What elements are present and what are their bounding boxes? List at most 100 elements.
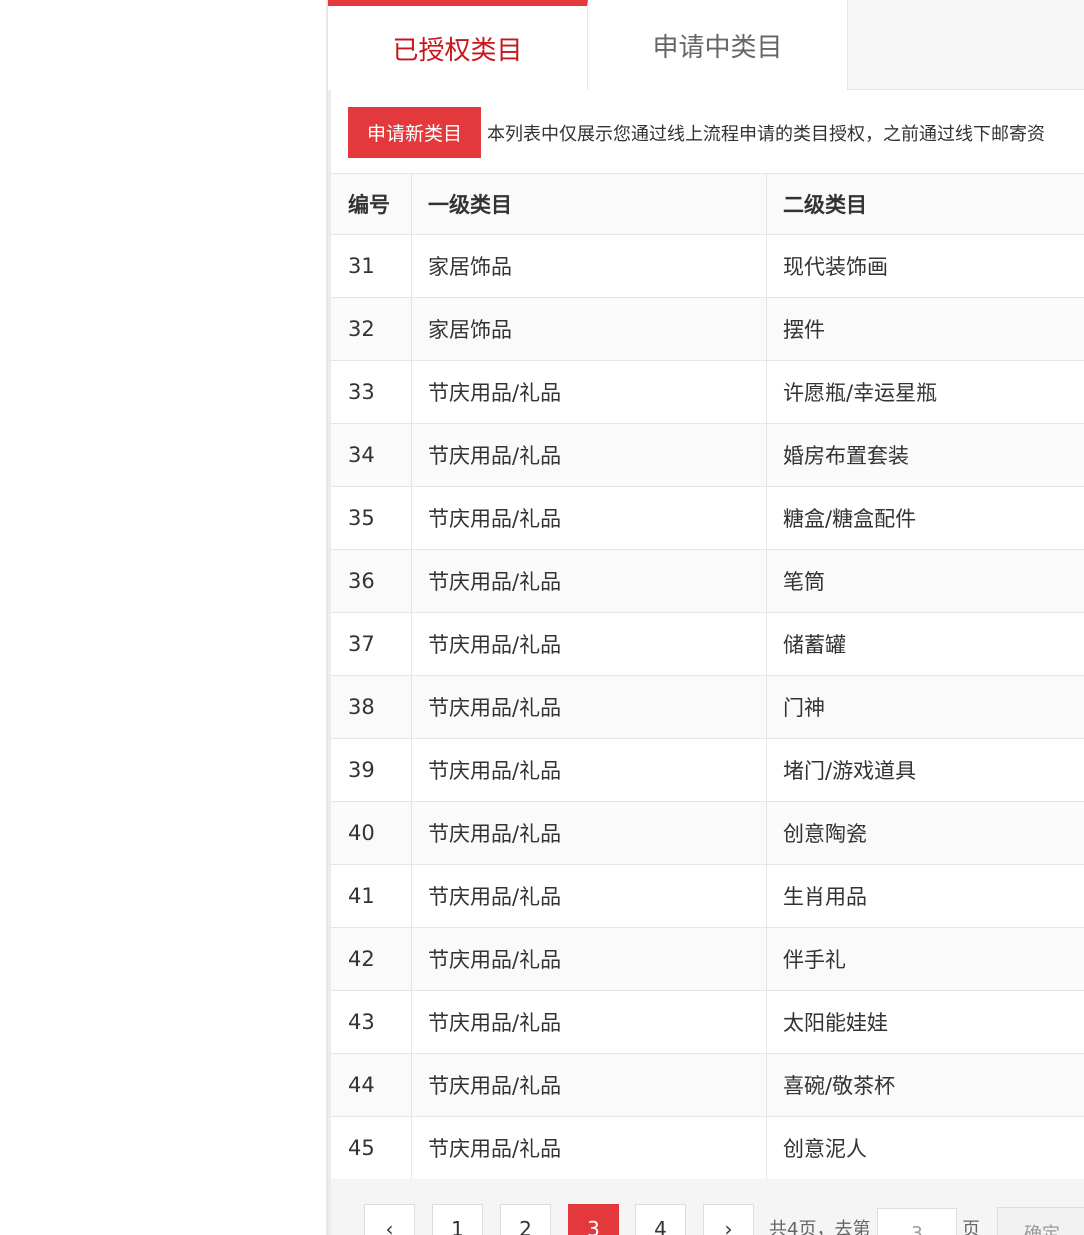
column-divider [411, 1054, 412, 1116]
page-number-input[interactable] [877, 1208, 957, 1235]
column-divider [766, 174, 767, 234]
column-divider [411, 991, 412, 1053]
table-row: 45 节庆用品/礼品 创意泥人 [331, 1117, 1084, 1180]
row-level1-category: 节庆用品/礼品 [428, 1137, 562, 1161]
row-level2-category: 储蓄罐 [783, 633, 846, 657]
column-divider [766, 298, 767, 360]
table-row: 36 节庆用品/礼品 笔筒 [331, 550, 1084, 613]
column-divider [411, 174, 412, 234]
next-page-button[interactable]: › [703, 1204, 754, 1235]
table-row: 33 节庆用品/礼品 许愿瓶/幸运星瓶 [331, 361, 1084, 424]
category-panel: 申请新类目 本列表中仅展示您通过线上流程申请的类目授权，之前通过线下邮寄资 编号… [331, 90, 1084, 1235]
column-divider [411, 802, 412, 864]
row-id: 43 [348, 1010, 375, 1034]
row-level2-category: 生肖用品 [783, 885, 867, 909]
column-divider [411, 298, 412, 360]
table-row: 44 节庆用品/礼品 喜碗/敬茶杯 [331, 1054, 1084, 1117]
page-1-button[interactable]: 1 [432, 1204, 483, 1235]
column-divider [766, 487, 767, 549]
row-id: 31 [348, 254, 375, 278]
row-id: 35 [348, 506, 375, 530]
row-id: 39 [348, 758, 375, 782]
column-divider [766, 1117, 767, 1179]
tab-applying[interactable]: 申请中类目 [588, 0, 848, 90]
column-divider [766, 235, 767, 297]
column-divider [766, 361, 767, 423]
row-level1-category: 节庆用品/礼品 [428, 507, 562, 531]
column-divider [766, 424, 767, 486]
row-level1-category: 节庆用品/礼品 [428, 822, 562, 846]
header-level1: 一级类目 [428, 193, 512, 217]
row-id: 32 [348, 317, 375, 341]
page-3-button[interactable]: 3 [568, 1204, 619, 1235]
column-divider [766, 739, 767, 801]
pagination: ‹ 1 2 3 4 › 共4页，去第 页 确定 [331, 1179, 1084, 1235]
column-divider [411, 676, 412, 738]
table-row: 40 节庆用品/礼品 创意陶瓷 [331, 802, 1084, 865]
row-level1-category: 节庆用品/礼品 [428, 1074, 562, 1098]
column-divider [766, 550, 767, 612]
column-divider [766, 613, 767, 675]
table-row: 37 节庆用品/礼品 储蓄罐 [331, 613, 1084, 676]
row-level2-category: 现代装饰画 [783, 255, 888, 279]
row-level1-category: 节庆用品/礼品 [428, 381, 562, 405]
row-id: 44 [348, 1073, 375, 1097]
row-id: 40 [348, 821, 375, 845]
table-row: 41 节庆用品/礼品 生肖用品 [331, 865, 1084, 928]
table-header-row: 编号 一级类目 二级类目 [331, 174, 1084, 235]
category-table: 编号 一级类目 二级类目 31 家居饰品 现代装饰画 32 家居饰品 摆件 33 节庆用品/礼… [331, 174, 1084, 1180]
column-divider [411, 550, 412, 612]
prev-page-button[interactable]: ‹ [364, 1204, 415, 1235]
table-row: 38 节庆用品/礼品 门神 [331, 676, 1084, 739]
apply-new-category-button[interactable]: 申请新类目 [348, 107, 481, 158]
row-level1-category: 节庆用品/礼品 [428, 633, 562, 657]
column-divider [411, 487, 412, 549]
column-divider [766, 928, 767, 990]
tab-authorized[interactable]: 已授权类目 [328, 0, 588, 90]
row-level2-category: 糖盒/糖盒配件 [783, 507, 917, 531]
column-divider [411, 424, 412, 486]
header-level2: 二级类目 [783, 193, 867, 217]
row-level1-category: 节庆用品/礼品 [428, 696, 562, 720]
column-divider [411, 739, 412, 801]
row-id: 34 [348, 443, 375, 467]
column-divider [766, 1054, 767, 1116]
row-level2-category: 许愿瓶/幸运星瓶 [783, 381, 938, 405]
row-id: 45 [348, 1136, 375, 1160]
row-level2-category: 摆件 [783, 318, 825, 342]
row-level1-category: 家居饰品 [428, 318, 512, 342]
page-4-button[interactable]: 4 [635, 1204, 686, 1235]
table-row: 31 家居饰品 现代装饰画 [331, 235, 1084, 298]
total-pages-text: 共4页，去第 [769, 1219, 871, 1235]
row-level1-category: 家居饰品 [428, 255, 512, 279]
column-divider [411, 361, 412, 423]
row-level1-category: 节庆用品/礼品 [428, 948, 562, 972]
row-id: 36 [348, 569, 375, 593]
row-level2-category: 堵门/游戏道具 [783, 759, 917, 783]
row-id: 41 [348, 884, 375, 908]
row-level1-category: 节庆用品/礼品 [428, 570, 562, 594]
column-divider [411, 235, 412, 297]
column-divider [766, 991, 767, 1053]
left-blank-area [0, 0, 326, 1235]
row-level1-category: 节庆用品/礼品 [428, 759, 562, 783]
row-id: 33 [348, 380, 375, 404]
column-divider [766, 802, 767, 864]
row-level2-category: 婚房布置套装 [783, 444, 909, 468]
row-level2-category: 喜碗/敬茶杯 [783, 1074, 896, 1098]
table-row: 34 节庆用品/礼品 婚房布置套装 [331, 424, 1084, 487]
page-suffix-text: 页 [962, 1219, 980, 1235]
column-divider [411, 865, 412, 927]
column-divider [411, 1117, 412, 1179]
row-level2-category: 太阳能娃娃 [783, 1011, 888, 1035]
notice-text: 本列表中仅展示您通过线上流程申请的类目授权，之前通过线下邮寄资 [487, 124, 1045, 145]
page-2-button[interactable]: 2 [500, 1204, 551, 1235]
row-level2-category: 门神 [783, 696, 825, 720]
table-row: 32 家居饰品 摆件 [331, 298, 1084, 361]
table-row: 43 节庆用品/礼品 太阳能娃娃 [331, 991, 1084, 1054]
confirm-page-button[interactable]: 确定 [997, 1207, 1084, 1235]
header-id: 编号 [348, 193, 390, 217]
row-level2-category: 创意陶瓷 [783, 822, 867, 846]
row-id: 42 [348, 947, 375, 971]
row-level2-category: 伴手礼 [783, 948, 846, 972]
